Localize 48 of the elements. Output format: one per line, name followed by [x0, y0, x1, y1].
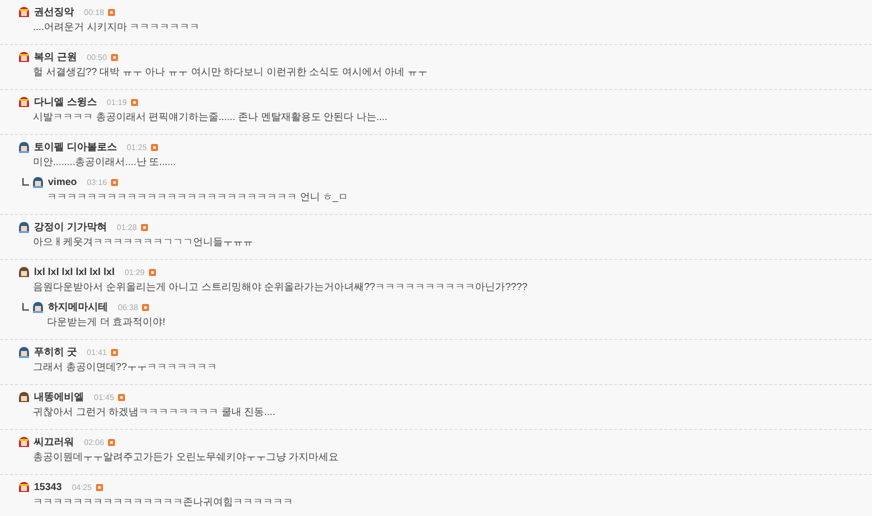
comment-text: 총공이뭔데ㅜㅜ알려주고가든가 오린노무쉐키야ㅜㅜ그냥 가지마세요	[33, 451, 340, 464]
avatar-icon	[18, 221, 30, 233]
avatar-icon	[18, 96, 30, 108]
avatar-icon	[18, 51, 30, 63]
comment-text: 아으ㅐ케웃겨ㅋㅋㅋㅋㅋㅋㅋㄱㄱㄱ언니들ㅜㅠㅠ	[33, 236, 254, 249]
avatar-icon	[18, 266, 30, 278]
avatar-icon	[18, 6, 30, 18]
nickname[interactable]: 권선징악	[34, 5, 74, 19]
nickname[interactable]: 강정이 기가막혀	[34, 220, 107, 234]
comment-text: 헐 서결생김?? 대박 ㅠㅜ 아나 ㅠㅜ 여시만 하다보니 이런귀한 소식도 여시에서 아네 ㅠㅜ	[33, 66, 428, 79]
comment-time: 03:16	[86, 178, 107, 186]
avatar-icon	[32, 301, 44, 313]
comment-text: ....어려운거 시키지마 ㅋㅋㅋㅋㅋㅋㅋ	[33, 21, 201, 34]
nickname[interactable]: vimeo	[48, 176, 77, 188]
comment-text: 다운받는게 더 효과적이야!	[47, 316, 166, 329]
comment-time: 01:28	[116, 222, 137, 232]
comment-text: 그래서 총공이면데??ㅜㅜㅋㅋㅋㅋㅋㅋㅋ	[33, 361, 218, 374]
comment-time: 01:29	[124, 268, 145, 276]
comment-text: 미안........총공이래서....난 또......	[33, 156, 177, 169]
nickname[interactable]: lxl lxl lxl lxl lxl lxl	[34, 266, 115, 278]
nickname[interactable]: 토이펠 디아볼로스	[34, 140, 117, 154]
avatar-icon	[18, 346, 30, 358]
avatar-icon	[18, 481, 30, 493]
comment-time: 01:25	[126, 142, 147, 152]
comment-time: 02:06	[84, 438, 104, 446]
nickname[interactable]: 씨끄러워	[34, 435, 74, 449]
comment-time: 04:25	[72, 482, 92, 492]
nickname[interactable]: 내똥에비엘	[34, 390, 84, 404]
comment-text: ㅋㅋㅋㅋㅋㅋㅋㅋㅋㅋㅋㅋㅋㅋㅋ존나귀여힘ㅋㅋㅋㅋㅋㅋ	[33, 496, 294, 509]
nickname[interactable]: 푸히히 굿	[34, 345, 77, 359]
avatar-icon	[32, 176, 44, 188]
nickname[interactable]: 다니엘 스윙스	[34, 95, 97, 109]
comment-time: 01:45	[94, 392, 114, 402]
nickname[interactable]: 하지메마시테	[48, 300, 108, 314]
avatar-icon	[18, 391, 30, 403]
comment-time: 00:18	[84, 8, 104, 16]
comment-text: 귀찮아서 그런거 하겠냄ㅋㅋㅋㅋㅋㅋㅋㅋ 쿨내 진동....	[33, 406, 276, 419]
comment-text: ㅋㅋㅋㅋㅋㅋㅋㅋㅋㅋㅋㅋㅋㅋㅋㅋㅋㅋㅋㅋㅋㅋㅋㅋㅋ 언니 ㅎ_ㅁ	[47, 191, 348, 204]
nickname[interactable]: 복의 근원	[34, 50, 77, 64]
nickname[interactable]: 15343	[34, 482, 62, 492]
comment-text: 음원다운받아서 순위올리는게 아니고 스트리밍해야 순위올라가는거아녀쌔??ㅋㅋㅋㅋㅋㅋㅋㅋㅋㅋ아닌가????	[33, 281, 528, 294]
comment-time: 06:38	[118, 302, 138, 312]
comment-time: 00:50	[86, 52, 107, 62]
comment-text: 시발ㅋㅋㅋㅋ 총공이래서 편픽얘기하는줄...... 존나 멘탈재활용도 안된다 나는....	[33, 111, 388, 124]
avatar-icon	[18, 436, 30, 448]
comment-time: 01:41	[86, 348, 107, 356]
comment-time: 01:19	[106, 98, 127, 106]
avatar-icon	[18, 141, 30, 153]
